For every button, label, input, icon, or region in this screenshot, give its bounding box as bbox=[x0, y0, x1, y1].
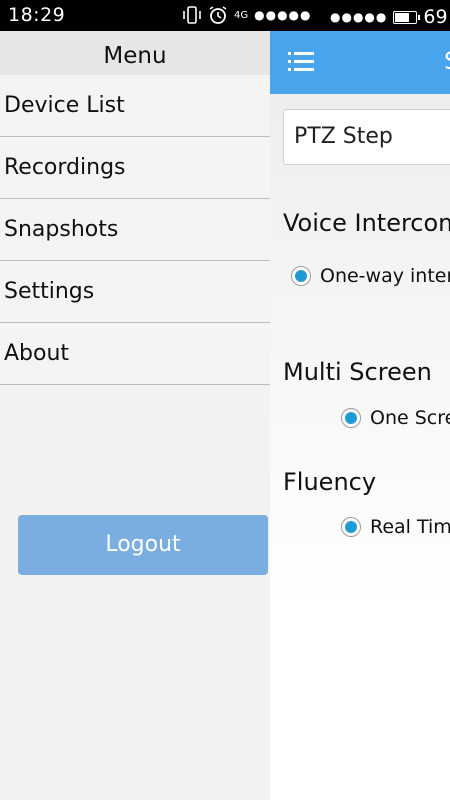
radio-selected-icon[interactable] bbox=[341, 517, 361, 537]
battery-level: 69 bbox=[423, 6, 448, 28]
drawer-title: Menu bbox=[0, 31, 270, 75]
vibrate-icon bbox=[183, 6, 201, 24]
fluency-title: Fluency bbox=[283, 468, 377, 496]
app-bar-title: S bbox=[444, 47, 450, 75]
fluency-option[interactable]: Real Time bbox=[341, 516, 450, 538]
status-time: 18:29 bbox=[8, 4, 66, 26]
signal-strength-2: ●●●●● bbox=[330, 10, 388, 24]
radio-selected-icon[interactable] bbox=[341, 408, 361, 428]
logout-button[interactable]: Logout bbox=[18, 515, 268, 575]
status-bar: 18:29 4G ●●●●● ●●●●● 69 bbox=[0, 0, 450, 31]
voice-option-label: One-way intercom bbox=[320, 265, 450, 287]
radio-selected-icon[interactable] bbox=[291, 266, 311, 286]
menu-item-about[interactable]: About bbox=[0, 323, 270, 385]
voice-intercom-title: Voice Intercom bbox=[283, 209, 450, 237]
signal-strength-1: ●●●●● bbox=[254, 8, 312, 22]
alarm-icon bbox=[209, 6, 227, 24]
multi-option-label: One Screen bbox=[370, 407, 450, 429]
menu-item-snapshots[interactable]: Snapshots bbox=[0, 199, 270, 261]
menu-item-device-list[interactable]: Device List bbox=[0, 75, 270, 137]
menu-icon[interactable] bbox=[288, 52, 314, 72]
menu-item-settings[interactable]: Settings bbox=[0, 261, 270, 323]
menu-list: Device List Recordings Snapshots Setting… bbox=[0, 75, 270, 385]
app-bar: S bbox=[270, 31, 450, 94]
status-icons-right: ●●●●● 69 bbox=[330, 6, 448, 28]
multi-screen-title: Multi Screen bbox=[283, 358, 432, 386]
status-icons-left: 4G ●●●●● bbox=[182, 6, 311, 24]
network-type: 4G bbox=[234, 9, 249, 21]
menu-item-recordings[interactable]: Recordings bbox=[0, 137, 270, 199]
battery-icon bbox=[393, 10, 421, 24]
ptz-step-field[interactable]: PTZ Step bbox=[283, 109, 450, 165]
multi-screen-option[interactable]: One Screen bbox=[341, 407, 450, 429]
settings-panel: S PTZ Step Voice Intercom One-way interc… bbox=[270, 31, 450, 800]
voice-option-one-way[interactable]: One-way intercom bbox=[291, 265, 450, 287]
navigation-drawer: Menu Device List Recordings Snapshots Se… bbox=[0, 31, 270, 800]
battery-fill bbox=[395, 12, 410, 22]
fluency-option-label: Real Time bbox=[370, 516, 450, 538]
